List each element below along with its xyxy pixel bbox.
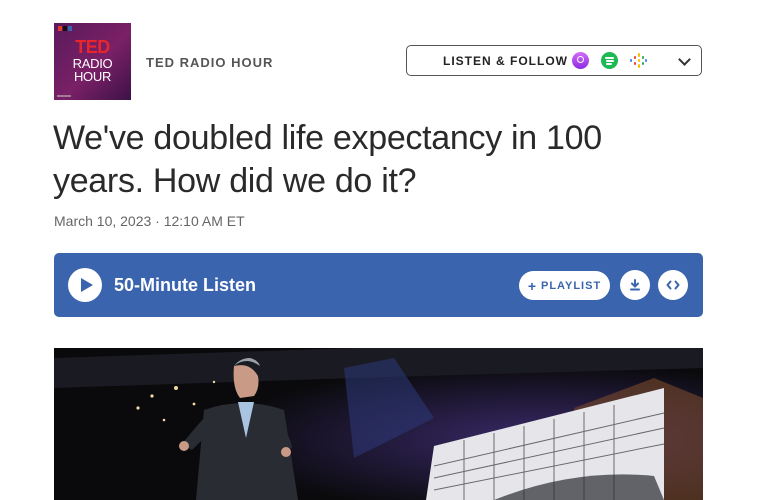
logo-ted-text: TED (75, 37, 110, 57)
download-icon (630, 279, 640, 291)
download-button[interactable] (620, 270, 650, 300)
listen-follow-dropdown[interactable]: LISTEN & FOLLOW (406, 45, 702, 76)
article-photo (54, 348, 703, 500)
show-name-link[interactable]: TED RADIO HOUR (146, 55, 273, 70)
logo-footnote-mark (57, 95, 71, 97)
logo-radio-hour-text: RADIO HOUR (72, 56, 113, 84)
chevron-down-icon (678, 53, 691, 66)
article-title: We've doubled life expectancy in 100 yea… (53, 119, 602, 200)
listen-follow-label: LISTEN & FOLLOW (443, 54, 568, 68)
spotify-icon (601, 52, 618, 69)
apple-podcasts-icon (572, 52, 589, 69)
embed-button[interactable] (658, 270, 688, 300)
show-logo[interactable]: TED RADIO HOUR (54, 23, 131, 100)
listen-duration-label: 50-Minute Listen (114, 275, 257, 295)
embed-icon (666, 280, 680, 290)
plus-icon: + (527, 277, 537, 294)
speaker-on-stage-image (54, 348, 703, 500)
npr-logo-icon (58, 26, 72, 31)
google-podcasts-icon (629, 52, 647, 69)
playlist-label: PLAYLIST (541, 279, 602, 292)
article-dateline: March 10, 2023 · 12:10 AM ET (54, 213, 245, 229)
audio-player: 50-Minute Listen + PLAYLIST (54, 253, 703, 317)
play-button[interactable] (68, 268, 102, 302)
add-to-playlist-button[interactable]: + PLAYLIST (519, 271, 610, 300)
